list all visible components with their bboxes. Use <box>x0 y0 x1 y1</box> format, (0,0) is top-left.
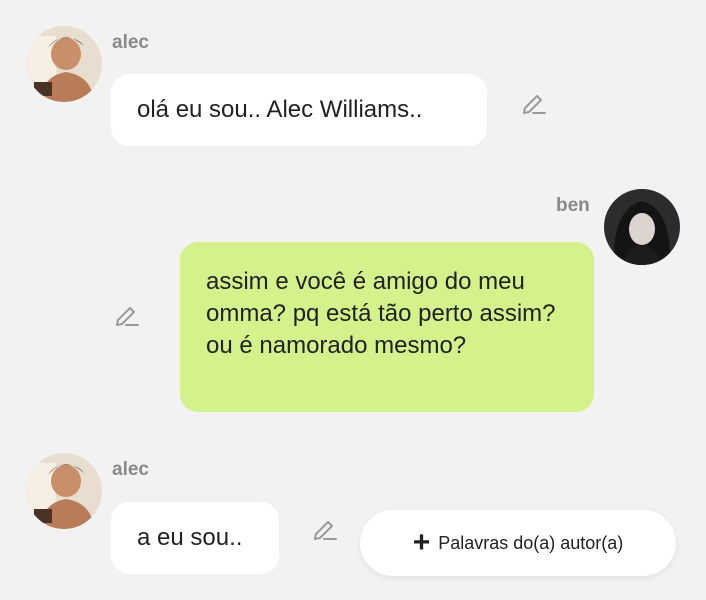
sender-name: alec <box>112 32 149 53</box>
avatar-ben[interactable] <box>604 189 680 265</box>
pencil-edit-icon <box>116 307 139 326</box>
avatar-alec[interactable] <box>26 26 102 102</box>
message-bubble[interactable]: a eu sou.. <box>111 502 279 574</box>
sender-name: alec <box>112 459 149 480</box>
message-text: assim e você é amigo do meu omma? pq est… <box>206 268 556 359</box>
sender-name: ben <box>556 195 590 216</box>
message-bubble[interactable]: olá eu sou.. Alec Williams.. <box>111 74 487 146</box>
author-words-button[interactable]: + Palavras do(a) autor(a) <box>360 510 676 576</box>
author-words-label: Palavras do(a) autor(a) <box>438 532 624 553</box>
message-text: olá eu sou.. Alec Williams.. <box>137 96 423 123</box>
avatar-alec[interactable] <box>26 453 102 529</box>
pencil-edit-icon <box>314 521 337 540</box>
edit-message-button[interactable] <box>520 88 548 116</box>
plus-icon: + <box>412 526 431 559</box>
edit-message-button[interactable] <box>311 514 339 542</box>
message-bubble[interactable]: assim e você é amigo do meu omma? pq est… <box>180 242 594 412</box>
pencil-edit-icon <box>523 95 546 114</box>
message-text: a eu sou.. <box>137 524 243 551</box>
edit-message-button[interactable] <box>113 300 141 328</box>
